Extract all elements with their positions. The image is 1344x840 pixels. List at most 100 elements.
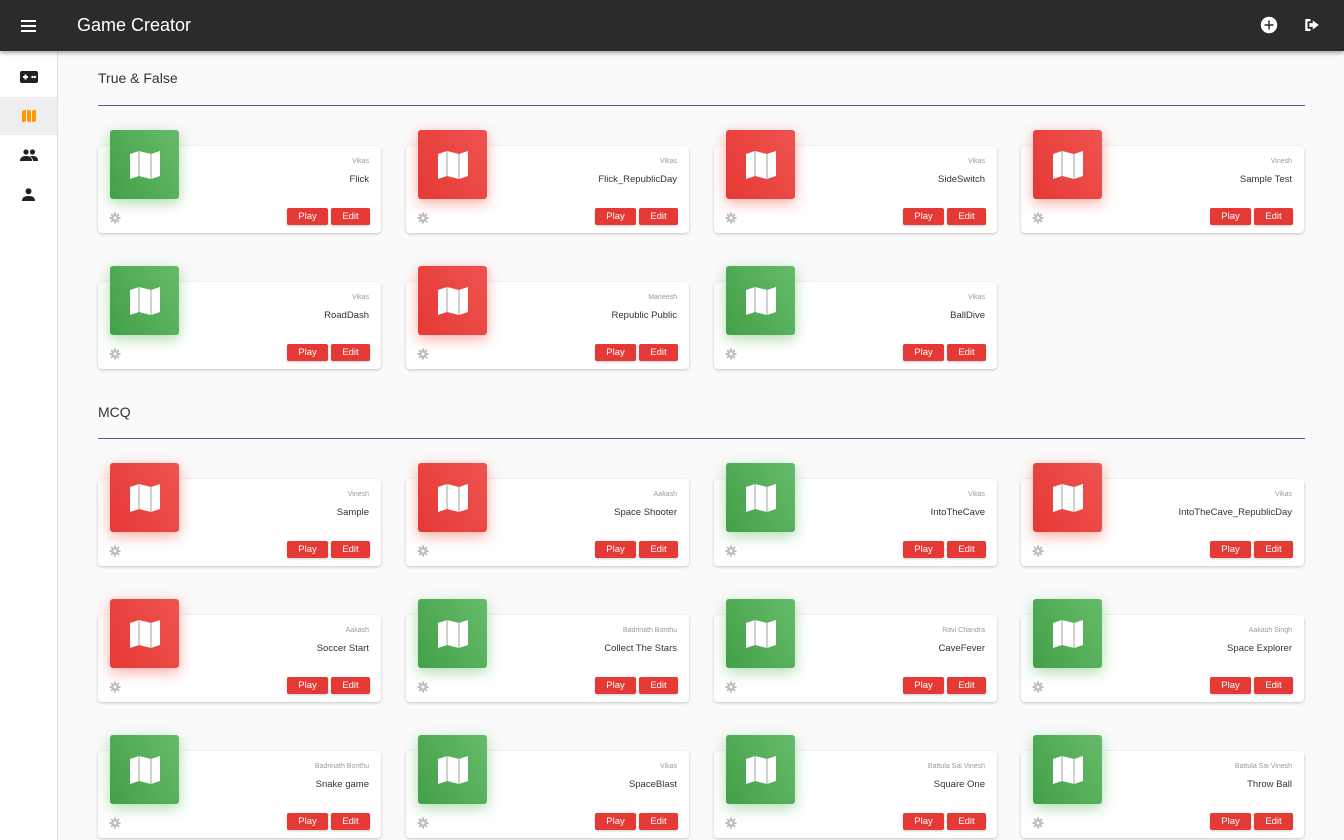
settings-gear-icon[interactable]	[109, 545, 121, 557]
edit-button[interactable]: Edit	[947, 813, 986, 830]
play-button[interactable]: Play	[595, 541, 636, 558]
edit-button[interactable]: Edit	[639, 344, 678, 361]
edit-button[interactable]: Edit	[1254, 813, 1293, 830]
play-button[interactable]: Play	[1210, 208, 1251, 225]
map-icon	[437, 286, 468, 315]
settings-gear-icon[interactable]	[417, 212, 429, 224]
play-button[interactable]: Play	[287, 344, 328, 361]
play-button[interactable]: Play	[1210, 813, 1251, 830]
play-button[interactable]: Play	[1210, 541, 1251, 558]
game-thumbnail[interactable]	[110, 266, 179, 335]
settings-gear-icon[interactable]	[725, 817, 737, 829]
edit-button[interactable]: Edit	[947, 677, 986, 694]
play-button[interactable]: Play	[287, 813, 328, 830]
sidebar-item-maps[interactable]	[0, 97, 57, 135]
settings-gear-icon[interactable]	[109, 817, 121, 829]
settings-gear-icon[interactable]	[725, 212, 737, 224]
section-divider	[98, 105, 1305, 106]
play-button[interactable]: Play	[287, 541, 328, 558]
add-circle-icon[interactable]	[1260, 16, 1278, 34]
settings-gear-icon[interactable]	[417, 348, 429, 360]
game-author: Maneesh	[648, 294, 677, 301]
game-thumbnail[interactable]	[418, 130, 487, 199]
menu-icon[interactable]	[18, 15, 40, 37]
game-title: BallDive	[950, 310, 985, 321]
game-thumbnail[interactable]	[110, 463, 179, 532]
settings-gear-icon[interactable]	[1032, 212, 1044, 224]
section-divider	[98, 438, 1305, 439]
edit-button[interactable]: Edit	[639, 813, 678, 830]
map-icon	[437, 483, 468, 512]
settings-gear-icon[interactable]	[109, 348, 121, 360]
settings-gear-icon[interactable]	[417, 817, 429, 829]
game-thumbnail[interactable]	[1033, 735, 1102, 804]
game-thumbnail[interactable]	[110, 130, 179, 199]
play-button[interactable]: Play	[1210, 677, 1251, 694]
play-button[interactable]: Play	[903, 344, 944, 361]
edit-button[interactable]: Edit	[1254, 541, 1293, 558]
logout-icon[interactable]	[1303, 16, 1321, 34]
play-button[interactable]: Play	[903, 541, 944, 558]
game-thumbnail[interactable]	[418, 599, 487, 668]
settings-gear-icon[interactable]	[725, 545, 737, 557]
game-thumbnail[interactable]	[726, 599, 795, 668]
edit-button[interactable]: Edit	[639, 677, 678, 694]
game-thumbnail[interactable]	[418, 266, 487, 335]
edit-button[interactable]: Edit	[1254, 208, 1293, 225]
game-thumbnail[interactable]	[110, 599, 179, 668]
game-thumbnail[interactable]	[726, 266, 795, 335]
settings-gear-icon[interactable]	[1032, 817, 1044, 829]
map-icon	[437, 150, 468, 179]
settings-gear-icon[interactable]	[725, 681, 737, 693]
edit-button[interactable]: Edit	[331, 541, 370, 558]
edit-button[interactable]: Edit	[331, 344, 370, 361]
map-icon	[129, 150, 160, 179]
edit-button[interactable]: Edit	[639, 541, 678, 558]
play-button[interactable]: Play	[595, 813, 636, 830]
sidebar-item-games[interactable]	[0, 58, 57, 96]
play-button[interactable]: Play	[903, 813, 944, 830]
edit-button[interactable]: Edit	[639, 208, 678, 225]
game-card: Vikas Flick_RepublicDay Play Edit	[406, 130, 689, 233]
game-title: Republic Public	[611, 310, 677, 321]
edit-button[interactable]: Edit	[947, 344, 986, 361]
play-button[interactable]: Play	[595, 208, 636, 225]
game-title: Space Shooter	[614, 507, 677, 518]
settings-gear-icon[interactable]	[1032, 545, 1044, 557]
play-button[interactable]: Play	[903, 677, 944, 694]
settings-gear-icon[interactable]	[109, 681, 121, 693]
game-title: Space Explorer	[1227, 643, 1292, 654]
game-thumbnail[interactable]	[1033, 130, 1102, 199]
map-icon	[129, 755, 160, 784]
settings-gear-icon[interactable]	[725, 348, 737, 360]
settings-gear-icon[interactable]	[417, 681, 429, 693]
edit-button[interactable]: Edit	[947, 541, 986, 558]
game-thumbnail[interactable]	[110, 735, 179, 804]
sidebar	[0, 51, 58, 840]
game-thumbnail[interactable]	[726, 463, 795, 532]
settings-gear-icon[interactable]	[109, 212, 121, 224]
game-thumbnail[interactable]	[418, 463, 487, 532]
game-title: Sample	[336, 507, 369, 518]
edit-button[interactable]: Edit	[331, 208, 370, 225]
sidebar-item-profile[interactable]	[0, 175, 57, 213]
game-thumbnail[interactable]	[1033, 599, 1102, 668]
settings-gear-icon[interactable]	[1032, 681, 1044, 693]
map-icon	[1052, 483, 1083, 512]
edit-button[interactable]: Edit	[331, 813, 370, 830]
play-button[interactable]: Play	[287, 208, 328, 225]
sidebar-item-groups[interactable]	[0, 136, 57, 174]
game-thumbnail[interactable]	[1033, 463, 1102, 532]
settings-gear-icon[interactable]	[417, 545, 429, 557]
game-card: Vikas RoadDash Play Edit	[98, 266, 381, 369]
play-button[interactable]: Play	[903, 208, 944, 225]
edit-button[interactable]: Edit	[331, 677, 370, 694]
edit-button[interactable]: Edit	[1254, 677, 1293, 694]
game-thumbnail[interactable]	[726, 735, 795, 804]
play-button[interactable]: Play	[595, 677, 636, 694]
game-thumbnail[interactable]	[726, 130, 795, 199]
play-button[interactable]: Play	[595, 344, 636, 361]
edit-button[interactable]: Edit	[947, 208, 986, 225]
play-button[interactable]: Play	[287, 677, 328, 694]
game-thumbnail[interactable]	[418, 735, 487, 804]
